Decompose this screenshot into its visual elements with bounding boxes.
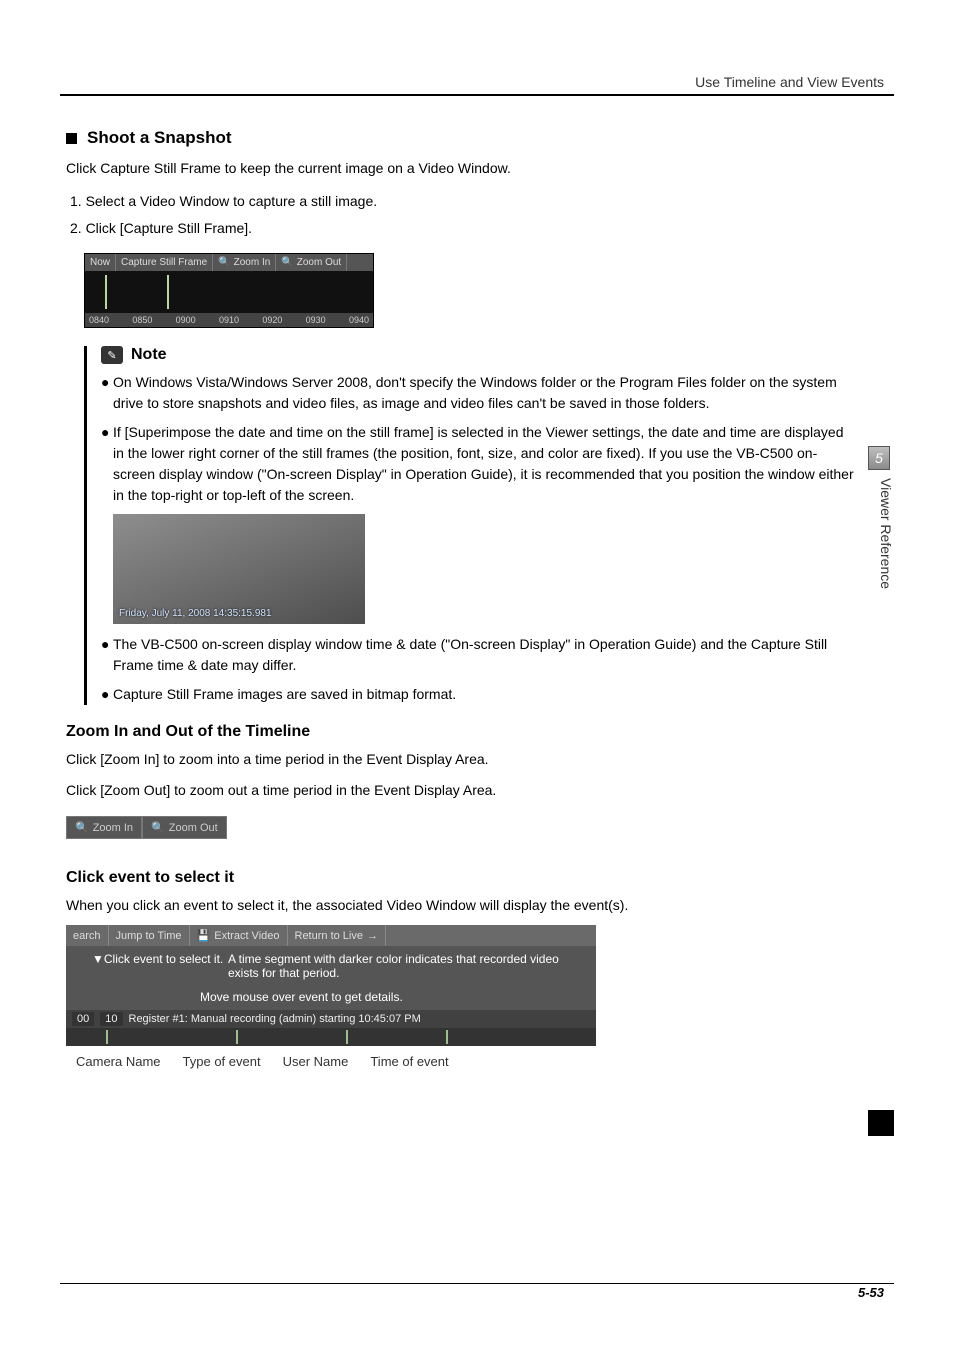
capture-still-frame-button[interactable]: Capture Still Frame [116, 254, 213, 271]
txt: Zoom Out [104, 782, 166, 798]
figure-event-panel: earch Jump to Time 💾Extract Video Return… [66, 925, 596, 1069]
heading-text: Shoot a Snapshot [87, 128, 232, 148]
event-toolbar: earch Jump to Time 💾Extract Video Return… [66, 925, 596, 946]
event-track[interactable] [66, 1028, 596, 1046]
zoom-text-1: Click [Zoom In] to zoom into a time peri… [66, 749, 854, 769]
now-button[interactable]: Now [85, 254, 116, 271]
heading-shoot-snapshot: Shoot a Snapshot [66, 128, 854, 148]
zoom-out-button[interactable]: 🔍 Zoom Out [276, 254, 347, 271]
event-tooltip-text: Register #1: Manual recording (admin) st… [129, 1013, 421, 1025]
hint-move-mouse: Move mouse over event to get details. [200, 990, 586, 1004]
zoom-out-label: Zoom Out [169, 822, 218, 834]
extract-label: Extract Video [214, 930, 279, 942]
magnify-plus-icon: 🔍 [75, 821, 89, 834]
label-user-name: User Name [283, 1054, 349, 1069]
hint-dark-segment: A time segment with darker color indicat… [228, 952, 586, 980]
zoom-in-label: Zoom In [234, 257, 271, 268]
chapter-label: Viewer Reference [872, 478, 894, 589]
txt: Zoom In [104, 751, 155, 767]
note-icon: ✎ [101, 346, 123, 364]
click-event-intro: When you click an event to select it, th… [66, 895, 854, 915]
magnify-minus-icon: 🔍 [151, 821, 165, 834]
callout-text: Click event to select it. [104, 952, 223, 966]
callout-click-event: ▼Click event to select it. [92, 952, 223, 968]
event-marker[interactable] [106, 1030, 108, 1044]
intro-text: Click Capture Still Frame to keep the cu… [66, 158, 854, 178]
chapter-tab: 5 [868, 446, 890, 470]
label-camera-name: Camera Name [76, 1054, 161, 1069]
zoom-in-label: Zoom In [93, 822, 133, 834]
note-block: ✎ Note ●On Windows Vista/Windows Server … [84, 346, 854, 705]
txt: ] to zoom out a time period in the Event… [166, 782, 496, 798]
time-tick: 0850 [132, 315, 152, 325]
magnify-plus-icon: 🔍 [218, 257, 230, 268]
scale-label: 10 [100, 1012, 122, 1026]
timestamp-overlay: Friday, July 11, 2008 14:35:15.981 [119, 606, 359, 621]
timeline-marker [167, 275, 169, 309]
bullet-icon: ● [101, 684, 113, 705]
zoom-out-button[interactable]: 🔍 Zoom Out [142, 816, 227, 839]
square-bullet-icon [66, 133, 77, 144]
zoom-out-label: Zoom Out [297, 257, 341, 268]
event-marker[interactable] [236, 1030, 238, 1044]
note-item: If [Superimpose the date and time on the… [113, 422, 854, 506]
txt: Click [ [66, 782, 104, 798]
save-icon: 💾 [197, 929, 211, 942]
note-item: The VB-C500 on-screen display window tim… [113, 634, 854, 676]
bullet-icon: ● [101, 372, 113, 414]
heading-zoom: Zoom In and Out of the Timeline [66, 723, 854, 741]
footer-rule [60, 1283, 894, 1284]
txt: Click [ [66, 751, 104, 767]
event-hints-area: ▼Click event to select it. A time segmen… [66, 946, 596, 1010]
time-tick: 0900 [176, 315, 196, 325]
event-marker[interactable] [446, 1030, 448, 1044]
header-section: Use Timeline and View Events [695, 74, 884, 90]
zoom-text-2: Click [Zoom Out] to zoom out a time peri… [66, 780, 854, 800]
timeline-track [85, 271, 373, 313]
arrow-right-icon: → [367, 930, 378, 942]
toolbar-row: Now Capture Still Frame 🔍 Zoom In 🔍 Zoom O… [85, 254, 373, 271]
label-time-of-event: Time of event [370, 1054, 448, 1069]
jump-to-time-button[interactable]: Jump to Time [109, 925, 190, 946]
step-2: 2. Click [Capture Still Frame]. [70, 215, 854, 242]
steps-list: 1. Select a Video Window to capture a st… [70, 188, 854, 241]
note-item: Capture Still Frame images are saved in … [113, 684, 854, 705]
txt: ] to zoom into a time period in the Even… [155, 751, 488, 767]
event-tooltip-row: 00 10 Register #1: Manual recording (adm… [66, 1010, 596, 1028]
figure-zoom-buttons: 🔍 Zoom In 🔍 Zoom Out [66, 816, 227, 839]
header-rule [60, 94, 894, 96]
magnify-minus-icon: 🔍 [281, 257, 293, 268]
scale-label: 00 [72, 1012, 94, 1026]
return-to-live-button[interactable]: Return to Live → [288, 925, 386, 946]
zoom-in-button[interactable]: 🔍 Zoom In [213, 254, 276, 271]
note-title: Note [131, 346, 167, 364]
event-field-labels: Camera Name Type of event User Name Time… [76, 1054, 596, 1069]
time-tick: 0920 [262, 315, 282, 325]
page-number: 5-53 [858, 1285, 884, 1300]
extract-video-button[interactable]: 💾Extract Video [190, 925, 288, 946]
event-marker[interactable] [346, 1030, 348, 1044]
zoom-in-button[interactable]: 🔍 Zoom In [66, 816, 142, 839]
figure-still-frame: Friday, July 11, 2008 14:35:15.981 [113, 514, 365, 624]
time-tick: 0910 [219, 315, 239, 325]
timeline-marker [105, 275, 107, 309]
label-type-of-event: Type of event [183, 1054, 261, 1069]
side-marker [868, 1110, 894, 1136]
figure-timeline-toolbar: Now Capture Still Frame 🔍 Zoom In 🔍 Zoom O… [84, 253, 374, 328]
return-label: Return to Live [295, 930, 363, 942]
search-button[interactable]: earch [66, 925, 109, 946]
time-tick: 0930 [306, 315, 326, 325]
heading-click-event: Click event to select it [66, 869, 854, 887]
timeline-scale: 0840 0850 0900 0910 0920 0930 0940 [85, 313, 373, 327]
step-1: 1. Select a Video Window to capture a st… [70, 188, 854, 215]
time-tick: 0840 [89, 315, 109, 325]
bullet-icon: ● [101, 422, 113, 506]
time-tick: 0940 [349, 315, 369, 325]
note-item: On Windows Vista/Windows Server 2008, do… [113, 372, 854, 414]
bullet-icon: ● [101, 634, 113, 676]
